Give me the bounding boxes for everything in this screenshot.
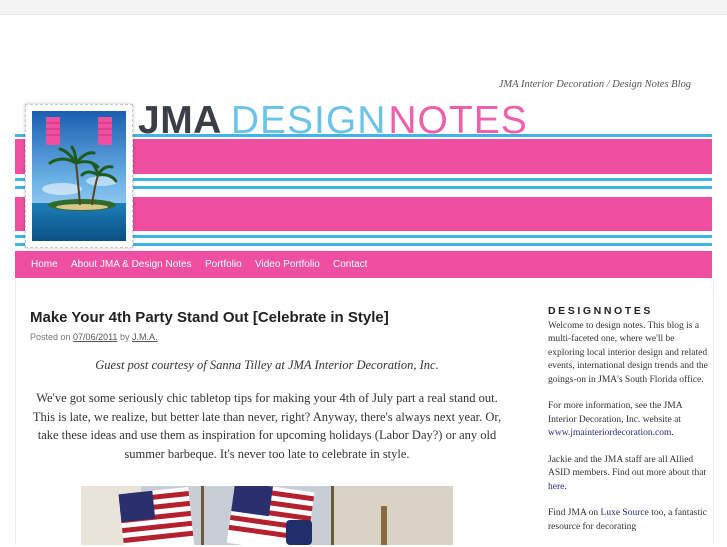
site-logo[interactable]: JMA DESIGNNOTES — [138, 99, 528, 143]
sidebar: DESIGNNOTES Welcome to design notes. Thi… — [548, 305, 708, 547]
flags-photo-illustration — [81, 486, 453, 545]
sidebar-asid: Jackie and the JMA staff are all Allied … — [548, 454, 708, 495]
nav-item-about[interactable]: About JMA & Design Notes — [71, 251, 192, 278]
sidebar-luxe-source: Find JMA on Luxe Source too, a fantastic… — [548, 507, 708, 534]
logo-design-text: DESIGN — [230, 99, 387, 142]
nav-item-portfolio[interactable]: Portfolio — [205, 251, 242, 278]
sidebar-asid-text: Jackie and the JMA staff are all Allied … — [548, 454, 707, 479]
site-tagline: JMA Interior Decoration / Design Notes B… — [498, 79, 691, 90]
post-date-link[interactable]: 07/06/2011 — [73, 332, 117, 342]
nav-item-contact[interactable]: Contact — [333, 251, 367, 278]
guest-post-credit: Guest post courtesy of Sanna Tilley at J… — [95, 358, 439, 372]
asid-here-link[interactable]: here — [548, 482, 564, 492]
sidebar-punctuation: . — [564, 481, 567, 492]
sidebar-welcome-text: Welcome to design notes. This blog is a … — [548, 320, 708, 385]
site-header: JMA DESIGNNOTES — [15, 96, 712, 250]
postage-stamp-image — [25, 104, 133, 248]
post-author-link[interactable]: J.M.A. — [132, 332, 158, 342]
post-paragraph: We've got some seriously chic tabletop t… — [32, 391, 502, 461]
post-meta: Posted on 07/06/2011 by J.M.A. — [30, 332, 158, 342]
sidebar-punctuation: . — [671, 428, 674, 438]
post-title[interactable]: Make Your 4th Party Stand Out [Celebrate… — [30, 309, 389, 326]
nav-item-home[interactable]: Home — [31, 251, 58, 278]
by-label: by — [119, 332, 130, 342]
island-palm-illustration — [32, 111, 126, 241]
sidebar-title: DESIGNNOTES — [548, 305, 654, 317]
browser-top-strip — [0, 0, 727, 15]
sidebar-more-info: For more information, see the JMA Interi… — [548, 400, 708, 441]
post-photo-american-flags — [81, 486, 453, 545]
sidebar-more-info-text: For more information, see the JMA Interi… — [548, 401, 683, 425]
logo-jma-text: JMA — [138, 99, 222, 142]
logo-notes-text: NOTES — [388, 99, 528, 142]
sidebar-luxe-text: Find JMA on — [548, 508, 599, 518]
jma-website-link[interactable]: www.jmainteriordecoration.com — [548, 428, 671, 438]
main-navigation: Home About JMA & Design Notes Portfolio … — [15, 251, 712, 278]
luxe-source-link[interactable]: Luxe Source — [601, 508, 649, 518]
posted-on-label: Posted on — [30, 332, 71, 342]
nav-item-video-portfolio[interactable]: Video Portfolio — [255, 251, 320, 278]
